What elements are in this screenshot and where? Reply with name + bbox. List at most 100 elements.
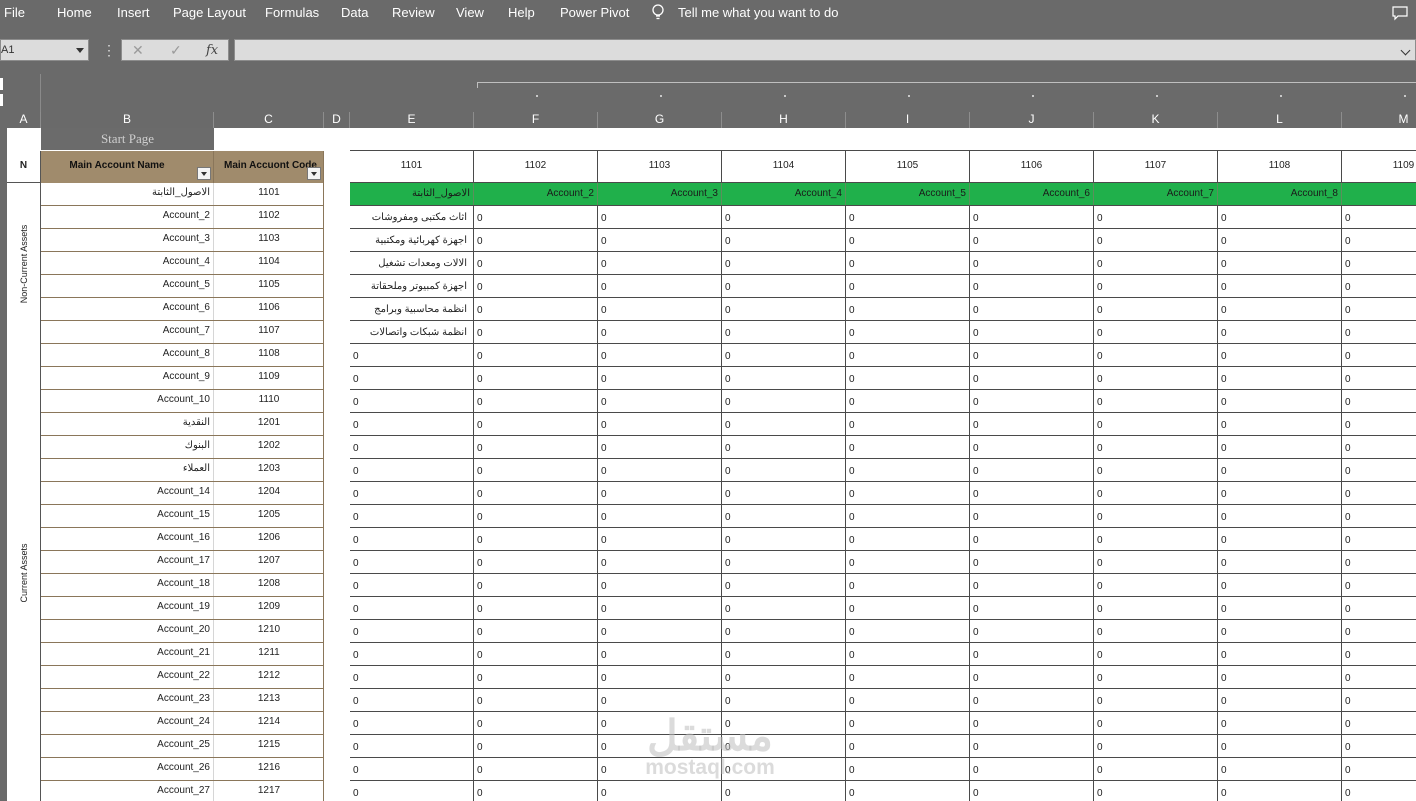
value-cell[interactable]: 0 [1342, 367, 1416, 389]
value-cell[interactable]: 0 [1094, 551, 1218, 573]
value-cell[interactable]: 0 [1094, 735, 1218, 757]
value-cell[interactable]: 0 [1342, 275, 1416, 297]
value-cell[interactable]: 0 [722, 666, 846, 688]
value-cell[interactable]: 0 [846, 252, 970, 274]
matrix-account-cell[interactable] [1342, 183, 1416, 205]
value-cell[interactable]: 0 [722, 620, 846, 642]
value-cell[interactable]: 0 [1218, 390, 1342, 412]
comments-icon[interactable] [1392, 5, 1408, 21]
value-cell[interactable]: 0 [1218, 551, 1342, 573]
value-cell[interactable]: 0 [1094, 344, 1218, 366]
value-cell[interactable]: 0 [350, 390, 474, 412]
value-cell[interactable]: 0 [846, 666, 970, 688]
value-cell[interactable]: 0 [598, 367, 722, 389]
account-row[interactable]: Account_19 1209 [41, 597, 324, 620]
matrix-account-cell[interactable]: Account_2 [474, 183, 598, 205]
account-row[interactable]: Account_18 1208 [41, 574, 324, 597]
account-code-cell[interactable]: 1217 [214, 781, 324, 801]
value-cell[interactable]: 0 [350, 735, 474, 757]
value-cell[interactable]: 0 [1094, 689, 1218, 711]
more-options-icon[interactable]: ⋮ [102, 42, 116, 59]
value-cell[interactable]: 0 [1218, 459, 1342, 481]
account-code-cell[interactable]: 1215 [214, 735, 324, 757]
value-cell[interactable]: 0 [970, 321, 1094, 343]
value-cell[interactable]: 0 [1342, 390, 1416, 412]
account-code-cell[interactable]: 1205 [214, 505, 324, 527]
value-cell[interactable]: 0 [1094, 229, 1218, 251]
account-row[interactable]: Account_10 1110 [41, 390, 324, 413]
value-cell[interactable]: 0 [846, 275, 970, 297]
value-cell[interactable]: 0 [722, 275, 846, 297]
account-name-cell[interactable]: Account_5 [41, 275, 214, 297]
value-cell[interactable]: 0 [350, 482, 474, 504]
value-cell[interactable]: 0 [846, 321, 970, 343]
value-cell[interactable]: 0 [1218, 206, 1342, 228]
value-cell[interactable]: 0 [1218, 574, 1342, 596]
value-cell[interactable]: 0 [846, 574, 970, 596]
value-cell[interactable]: 0 [970, 689, 1094, 711]
account-row[interactable]: Account_23 1213 [41, 689, 324, 712]
value-cell[interactable]: 0 [970, 712, 1094, 734]
value-cell[interactable]: 0 [846, 551, 970, 573]
value-cell[interactable]: 0 [1342, 528, 1416, 550]
account-row[interactable]: Account_20 1210 [41, 620, 324, 643]
value-cell[interactable]: 0 [970, 252, 1094, 274]
value-cell[interactable]: 0 [1094, 482, 1218, 504]
value-cell[interactable]: 0 [722, 551, 846, 573]
value-cell[interactable]: 0 [474, 689, 598, 711]
value-cell[interactable]: 0 [1094, 643, 1218, 665]
sub-account-cell[interactable]: اثاث مكتبى ومفروشات [350, 206, 474, 228]
value-cell[interactable]: 0 [970, 758, 1094, 780]
value-cell[interactable]: 0 [598, 666, 722, 688]
value-cell[interactable]: 0 [1342, 597, 1416, 619]
value-cell[interactable]: 0 [598, 252, 722, 274]
account-code-cell[interactable]: 1110 [214, 390, 324, 412]
column-header-h[interactable]: H [722, 112, 846, 128]
value-cell[interactable]: 0 [1218, 321, 1342, 343]
value-cell[interactable]: 0 [1094, 574, 1218, 596]
outline-level-1-button[interactable] [0, 78, 3, 90]
column-header-e[interactable]: E [350, 112, 474, 128]
column-header-f[interactable]: F [474, 112, 598, 128]
value-cell[interactable]: 0 [1218, 298, 1342, 320]
select-all-corner[interactable] [0, 112, 7, 128]
value-cell[interactable]: 0 [1342, 689, 1416, 711]
value-cell[interactable]: 0 [1218, 666, 1342, 688]
account-code-cell[interactable]: 1201 [214, 413, 324, 435]
account-row[interactable]: Account_14 1204 [41, 482, 324, 505]
account-row[interactable]: الاصول_الثابتة 1101 [41, 183, 324, 206]
value-cell[interactable]: 0 [598, 689, 722, 711]
value-cell[interactable]: 0 [1342, 482, 1416, 504]
account-row[interactable]: Account_8 1108 [41, 344, 324, 367]
value-cell[interactable]: 0 [350, 689, 474, 711]
value-cell[interactable]: 0 [722, 528, 846, 550]
value-cell[interactable]: 0 [722, 459, 846, 481]
formula-input[interactable] [234, 39, 1416, 61]
value-cell[interactable]: 0 [970, 344, 1094, 366]
value-cell[interactable]: 0 [722, 689, 846, 711]
value-cell[interactable]: 0 [846, 206, 970, 228]
value-cell[interactable]: 0 [474, 574, 598, 596]
tab-page-layout[interactable]: Page Layout [173, 5, 246, 20]
value-cell[interactable]: 0 [1218, 344, 1342, 366]
value-cell[interactable]: 0 [350, 666, 474, 688]
tab-file[interactable]: File [4, 5, 25, 20]
matrix-code-cell[interactable]: 1105 [846, 151, 970, 182]
value-cell[interactable]: 0 [970, 781, 1094, 801]
column-header-l[interactable]: L [1218, 112, 1342, 128]
account-code-cell[interactable]: 1214 [214, 712, 324, 734]
sub-account-cell[interactable]: انظمة محاسبية وبرامج [350, 298, 474, 320]
account-name-cell[interactable]: Account_17 [41, 551, 214, 573]
value-cell[interactable]: 0 [1342, 666, 1416, 688]
value-cell[interactable]: 0 [846, 344, 970, 366]
account-name-cell[interactable]: Account_26 [41, 758, 214, 780]
account-code-cell[interactable]: 1101 [214, 183, 324, 205]
value-cell[interactable]: 0 [970, 436, 1094, 458]
value-cell[interactable]: 0 [474, 321, 598, 343]
value-cell[interactable]: 0 [474, 781, 598, 801]
matrix-account-cell[interactable]: Account_5 [846, 183, 970, 205]
account-row[interactable]: Account_24 1214 [41, 712, 324, 735]
value-cell[interactable]: 0 [1342, 551, 1416, 573]
main-account-code-header[interactable]: Main Accuont Code [214, 151, 324, 183]
value-cell[interactable]: 0 [598, 436, 722, 458]
